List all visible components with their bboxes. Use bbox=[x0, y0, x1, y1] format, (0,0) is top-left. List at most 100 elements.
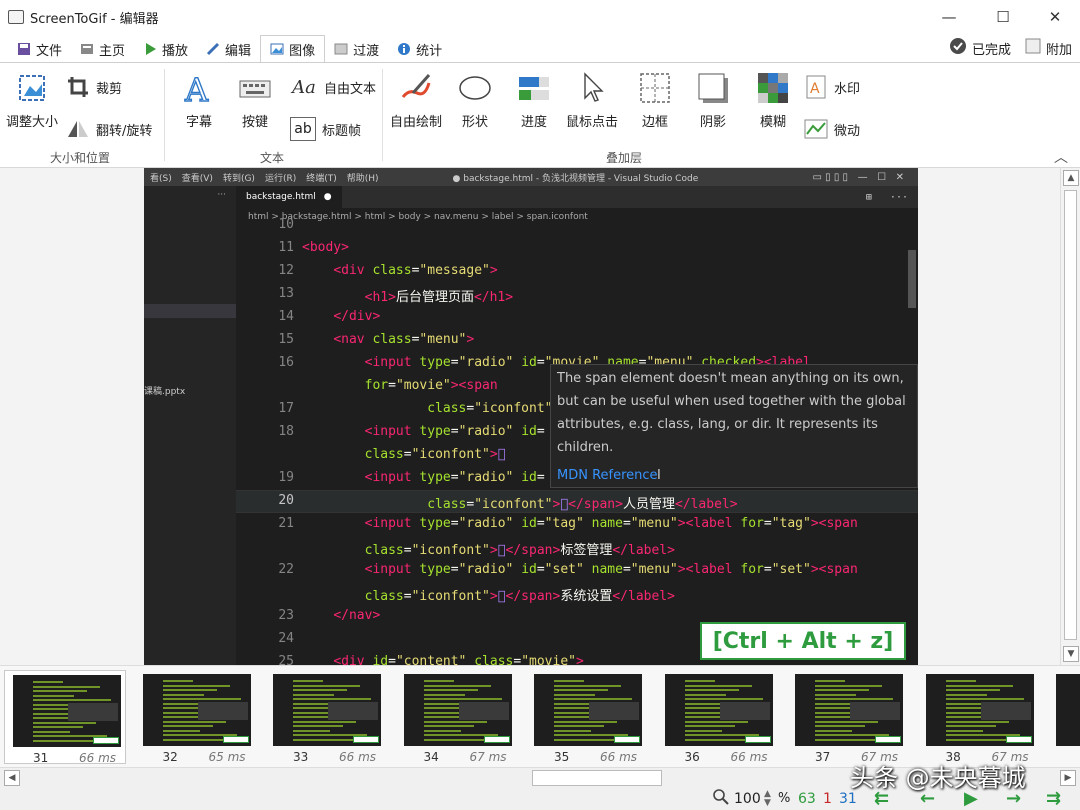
tab-transition[interactable]: 过渡 bbox=[325, 36, 388, 62]
frame-thumbnail[interactable]: 37 67 ms bbox=[787, 670, 909, 764]
tab-edit[interactable]: 编辑 bbox=[197, 36, 260, 62]
shape-button[interactable]: 形状 bbox=[458, 71, 492, 130]
watermark-button[interactable]: A 水印 bbox=[804, 75, 860, 99]
app-icon bbox=[8, 10, 24, 24]
free-text-icon: Aa bbox=[292, 76, 316, 98]
resize-button[interactable]: 调整大小 bbox=[6, 71, 58, 130]
minimize-button[interactable]: — bbox=[926, 0, 972, 34]
frame-thumbnail-image bbox=[403, 674, 512, 746]
keys-button[interactable]: 按键 bbox=[238, 71, 272, 130]
frame-thumbnail-partial[interactable] bbox=[1048, 670, 1080, 764]
frame-thumbnail[interactable]: 34 67 ms bbox=[396, 670, 518, 764]
caption-button[interactable]: A 字幕 bbox=[182, 71, 216, 130]
tab-play[interactable]: 播放 bbox=[134, 36, 197, 62]
mdn-reference-link: MDN Reference bbox=[557, 468, 658, 483]
mouse-click-button[interactable]: 鼠标点击 bbox=[566, 71, 618, 130]
cinemagraph-button[interactable]: 微动 bbox=[804, 117, 860, 141]
frame-delay: 66 ms bbox=[600, 750, 638, 764]
shadow-button[interactable]: 阴影 bbox=[696, 71, 730, 130]
title-frame-icon: ab bbox=[290, 117, 316, 141]
tab-stats[interactable]: 统计 bbox=[388, 36, 451, 62]
frame-thumbnail-image bbox=[664, 674, 773, 746]
ribbon-panel: 调整大小 裁剪 翻转/旋转 大小和位置 A 字幕 按键 Aa 自由文本 ab 标… bbox=[0, 62, 1080, 168]
scroll-left-arrow[interactable]: ◀ bbox=[4, 770, 20, 786]
maximize-button[interactable]: ☐ bbox=[980, 0, 1026, 34]
line-number: 19 bbox=[278, 470, 294, 485]
caption-icon: A bbox=[182, 71, 216, 105]
done-indicator[interactable]: 已完成 bbox=[949, 37, 1011, 59]
vscode-sidebar: ··· 课稿.pptx bbox=[144, 186, 236, 665]
line-number: 24 bbox=[278, 631, 294, 646]
title-frame-button[interactable]: ab 标题帧 bbox=[290, 117, 361, 141]
blur-button[interactable]: 模糊 bbox=[756, 71, 790, 130]
vertical-scrollbar[interactable]: ▲ ▼ bbox=[1060, 168, 1080, 665]
tab-home[interactable]: 主页 bbox=[71, 36, 134, 62]
window-title: ScreenToGif - 编辑器 bbox=[30, 11, 159, 27]
sidebar-selected-row bbox=[144, 304, 236, 318]
tab-file[interactable]: 文件 bbox=[8, 36, 71, 62]
frame-delay: 66 ms bbox=[730, 750, 768, 764]
collapse-ribbon-button[interactable]: ︿ bbox=[1054, 147, 1068, 167]
zoom-spinner[interactable]: ▲ ▼ bbox=[764, 789, 771, 808]
free-draw-button[interactable]: 自由绘制 bbox=[390, 71, 442, 130]
ribbon-separator bbox=[164, 69, 165, 161]
watermark-text: 头条 @未央暮城 bbox=[850, 764, 1026, 792]
text-cursor-icon: I bbox=[657, 468, 661, 483]
frame-thumbnail[interactable]: 33 66 ms bbox=[265, 670, 387, 764]
vertical-scroll-thumb[interactable] bbox=[1064, 190, 1077, 640]
line-number: 13 bbox=[278, 286, 294, 301]
cursor-icon bbox=[575, 71, 609, 105]
close-button[interactable]: ✕ bbox=[1032, 0, 1078, 34]
frame-number: 34 bbox=[423, 750, 439, 764]
frame-delay: 67 ms bbox=[469, 750, 507, 764]
breadcrumb: html > backstage.html > html > body > na… bbox=[248, 212, 588, 222]
horizontal-scroll-thumb[interactable] bbox=[532, 770, 662, 786]
scroll-right-arrow[interactable]: ▶ bbox=[1060, 770, 1076, 786]
code-line: class="iconfont"></span>人员管理</label> bbox=[427, 497, 738, 512]
line-number: 25 bbox=[278, 654, 294, 665]
svg-text:A: A bbox=[810, 81, 820, 97]
pencil-icon bbox=[206, 42, 220, 56]
last-frame-icon[interactable]: ⇉ bbox=[1046, 788, 1061, 809]
frame-thumbnail[interactable]: 38 67 ms bbox=[918, 670, 1040, 764]
frame-strip: 31 66 ms 32 65 ms 33 66 ms 34 67 ms 35 66 ms 36 66 … bbox=[0, 665, 1080, 767]
selected-frames: 1 bbox=[823, 790, 832, 807]
frame-thumbnail[interactable]: 35 66 ms bbox=[526, 670, 648, 764]
group-label-overlay: 叠加层 bbox=[606, 151, 643, 165]
frame-preview[interactable]: 看(S) 查看(V) 转到(G) 运行(R) 终端(T) 帮助(H) ● bac… bbox=[144, 168, 918, 665]
ellipse-icon bbox=[458, 71, 492, 105]
scroll-down-arrow[interactable]: ▼ bbox=[1063, 646, 1079, 662]
progress-icon bbox=[517, 71, 551, 105]
code-line: <h1>后台管理页面</h1> bbox=[364, 290, 514, 305]
brush-icon bbox=[399, 71, 433, 105]
shadow-icon bbox=[696, 71, 730, 105]
code-line: class="iconfont"></span>标签管理</label> bbox=[364, 543, 675, 558]
border-button[interactable]: 边框 bbox=[638, 71, 672, 130]
attach-button[interactable]: 附加 bbox=[1025, 38, 1072, 58]
code-line: for="movie"><span bbox=[364, 378, 498, 393]
frame-thumbnail[interactable]: 31 66 ms bbox=[4, 670, 126, 765]
crop-button[interactable]: 裁剪 bbox=[66, 75, 122, 99]
frame-thumbnail[interactable]: 36 66 ms bbox=[657, 670, 779, 764]
attach-icon bbox=[1025, 38, 1041, 58]
code-line: <nav class="menu"> bbox=[333, 332, 475, 347]
code-line: <input type="radio" id= bbox=[364, 424, 545, 439]
tab-image[interactable]: 图像 bbox=[260, 35, 326, 62]
hover-tooltip: The span element doesn't mean anything o… bbox=[550, 364, 918, 488]
scroll-up-arrow[interactable]: ▲ bbox=[1063, 170, 1079, 186]
progress-button[interactable]: 进度 bbox=[517, 71, 551, 130]
code-line: class="iconfont"> bbox=[427, 401, 560, 416]
hover-text: The span element doesn't mean anything o… bbox=[557, 371, 906, 455]
zoom-value[interactable]: 100 bbox=[734, 791, 761, 807]
title-bar: ScreenToGif - 编辑器 — ☐ ✕ bbox=[0, 0, 1080, 34]
line-number: 15 bbox=[278, 332, 294, 347]
frame-delay: 66 ms bbox=[339, 750, 377, 764]
transition-icon bbox=[334, 42, 348, 56]
split-editor-icon: ⊞ ··· bbox=[865, 191, 908, 203]
cinemagraph-icon bbox=[804, 117, 828, 141]
frame-number: 35 bbox=[554, 750, 570, 764]
frame-number: 36 bbox=[684, 750, 700, 764]
frame-thumbnail[interactable]: 32 65 ms bbox=[135, 670, 257, 764]
flip-rotate-button[interactable]: 翻转/旋转 bbox=[66, 117, 152, 141]
free-text-button[interactable]: Aa 自由文本 bbox=[290, 75, 376, 99]
